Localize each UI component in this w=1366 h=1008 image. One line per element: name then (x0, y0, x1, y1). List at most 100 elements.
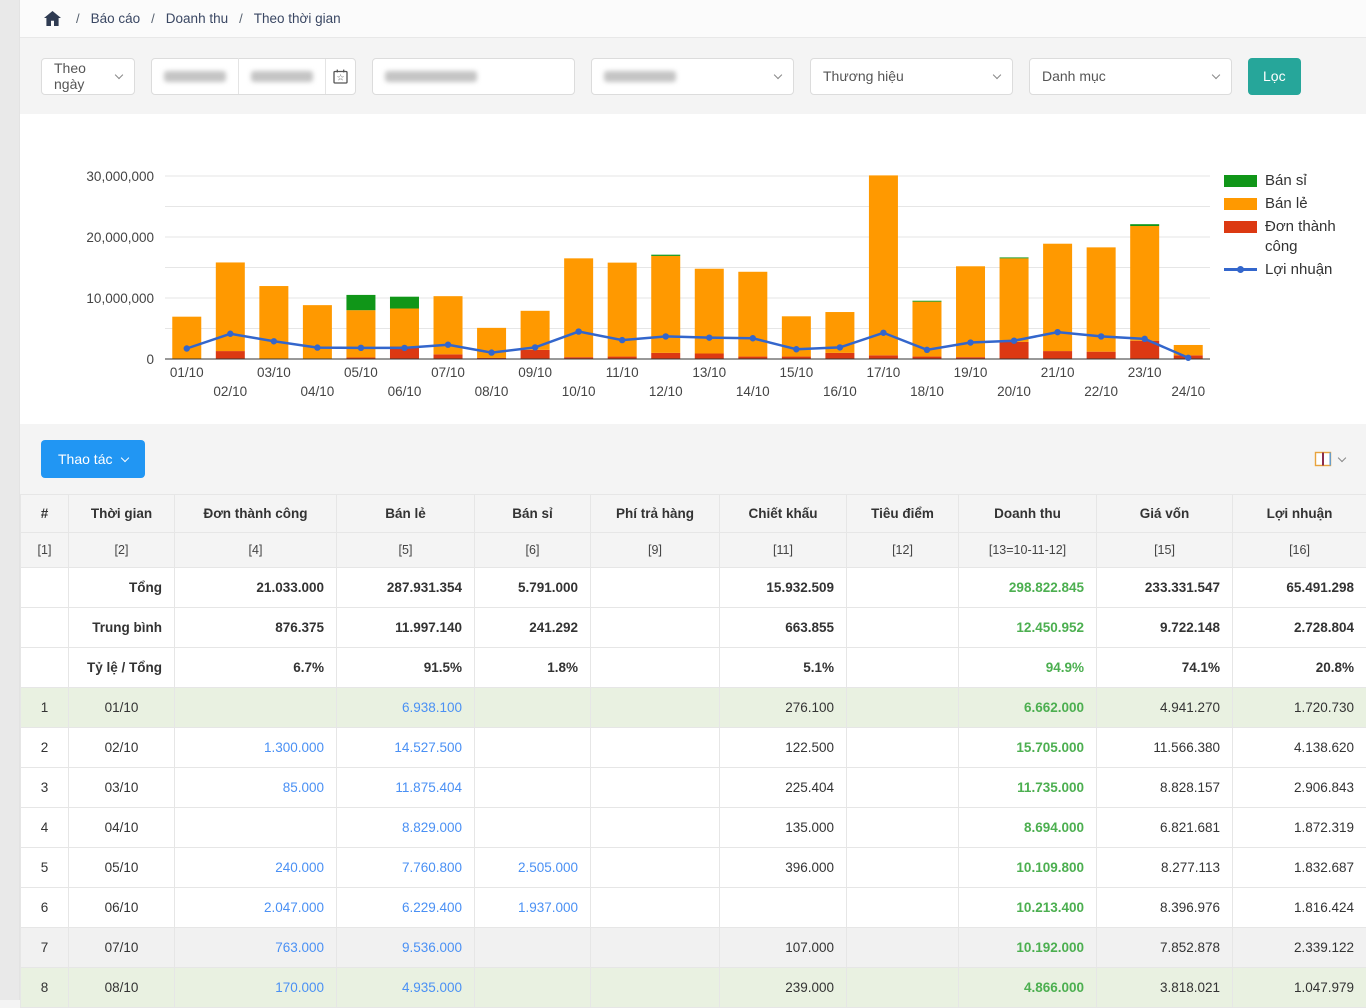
bar-segment[interactable] (825, 353, 854, 359)
x-axis-label: 18/10 (910, 384, 944, 399)
profit-point[interactable] (706, 334, 712, 340)
table-cell[interactable]: 763.000 (175, 928, 337, 968)
profit-point[interactable] (793, 346, 799, 352)
bar-segment[interactable] (564, 258, 593, 357)
table-cell[interactable]: 6.938.100 (337, 688, 475, 728)
bar-segment[interactable] (1130, 226, 1159, 341)
bar-segment[interactable] (912, 301, 941, 302)
table-cell[interactable]: 2.505.000 (475, 848, 591, 888)
table-cell[interactable]: 11.875.404 (337, 768, 475, 808)
profit-point[interactable] (227, 331, 233, 337)
bar-segment[interactable] (172, 317, 201, 359)
table-cell[interactable]: 240.000 (175, 848, 337, 888)
profit-point[interactable] (619, 337, 625, 343)
table-cell[interactable]: 1.300.000 (175, 728, 337, 768)
bar-segment[interactable] (346, 295, 375, 310)
row-date: 01/10 (69, 688, 175, 728)
column-index: [9] (591, 533, 720, 568)
profit-point[interactable] (488, 349, 494, 355)
column-settings-icon[interactable] (1314, 450, 1332, 468)
table-cell[interactable]: 8.829.000 (337, 808, 475, 848)
bar-segment[interactable] (869, 175, 898, 355)
bar-segment[interactable] (651, 353, 680, 359)
bar-segment[interactable] (1000, 342, 1029, 359)
bar-segment[interactable] (259, 286, 288, 358)
brand-select[interactable]: Thương hiệu (810, 58, 1013, 95)
table-cell: 10.192.000 (959, 928, 1097, 968)
table-cell: 8.828.157 (1097, 768, 1233, 808)
bar-segment[interactable] (521, 350, 550, 359)
date-to-field[interactable] (239, 59, 325, 94)
home-icon[interactable] (44, 11, 61, 26)
bar-segment[interactable] (390, 309, 419, 347)
row-number: 6 (21, 888, 69, 928)
table-cell (591, 928, 720, 968)
breadcrumb-item-doanh-thu[interactable]: Doanh thu (166, 11, 228, 26)
table-cell[interactable]: 2.047.000 (175, 888, 337, 928)
search-product-input[interactable] (372, 58, 575, 95)
profit-point[interactable] (575, 328, 581, 334)
profit-point[interactable] (880, 330, 886, 336)
actions-button[interactable]: Thao tác (41, 440, 145, 478)
bar-segment[interactable] (1087, 352, 1116, 359)
profit-point[interactable] (967, 339, 973, 345)
table-cell[interactable]: 6.229.400 (337, 888, 475, 928)
table-cell: 10.109.800 (959, 848, 1097, 888)
profit-point[interactable] (1141, 336, 1147, 342)
row-date: 05/10 (69, 848, 175, 888)
bar-segment[interactable] (1130, 224, 1159, 226)
table-cell: 107.000 (720, 928, 847, 968)
chevron-down-icon (115, 70, 123, 78)
x-axis-label: 15/10 (779, 365, 813, 380)
table-cell[interactable]: 85.000 (175, 768, 337, 808)
profit-point[interactable] (358, 345, 364, 351)
profit-point[interactable] (445, 342, 451, 348)
profit-point[interactable] (184, 345, 190, 351)
bar-segment[interactable] (738, 272, 767, 357)
breadcrumb-item-theo-thoi-gian[interactable]: Theo thời gian (254, 11, 341, 26)
row-number: 4 (21, 808, 69, 848)
table-cell[interactable]: 170.000 (175, 968, 337, 1008)
filter-button[interactable]: Lọc (1248, 58, 1301, 95)
bar-segment[interactable] (390, 297, 419, 309)
legend-line-swatch (1224, 268, 1257, 271)
table-cell[interactable]: 4.935.000 (337, 968, 475, 1008)
bar-segment[interactable] (651, 255, 680, 256)
bar-segment[interactable] (695, 354, 724, 359)
table-cell (475, 808, 591, 848)
table-cell[interactable]: 1.937.000 (475, 888, 591, 928)
bar-segment[interactable] (303, 305, 332, 359)
table-cell[interactable]: 9.536.000 (337, 928, 475, 968)
breadcrumb-item-bao-cao[interactable]: Báo cáo (91, 11, 141, 26)
table-cell: 6.821.681 (1097, 808, 1233, 848)
profit-point[interactable] (314, 344, 320, 350)
category-select[interactable]: Danh mục (1029, 58, 1232, 95)
profit-point[interactable] (663, 333, 669, 339)
calendar-icon[interactable]: ☆ (325, 59, 355, 94)
profit-point[interactable] (1011, 338, 1017, 344)
summary-empty-cell (21, 648, 69, 688)
bar-segment[interactable] (1043, 351, 1072, 359)
chevron-down-icon[interactable] (1338, 453, 1346, 461)
bar-segment[interactable] (1000, 257, 1029, 258)
summary-empty-cell (21, 608, 69, 648)
profit-point[interactable] (1098, 333, 1104, 339)
bar-segment[interactable] (1000, 258, 1029, 342)
profit-point[interactable] (924, 347, 930, 353)
table-cell[interactable]: 7.760.800 (337, 848, 475, 888)
profit-point[interactable] (532, 344, 538, 350)
profit-point[interactable] (401, 345, 407, 351)
profit-point[interactable] (271, 338, 277, 344)
bar-segment[interactable] (216, 351, 245, 359)
period-select[interactable]: Theo ngày (41, 58, 135, 95)
date-range-picker[interactable]: ☆ (151, 58, 356, 95)
store-select[interactable] (591, 58, 794, 95)
profit-point[interactable] (1185, 355, 1191, 361)
profit-point[interactable] (837, 344, 843, 350)
bar-segment[interactable] (869, 355, 898, 359)
profit-point[interactable] (1054, 329, 1060, 335)
date-from-field[interactable] (152, 59, 238, 94)
profit-point[interactable] (750, 335, 756, 341)
bar-segment[interactable] (434, 354, 463, 359)
table-cell[interactable]: 14.527.500 (337, 728, 475, 768)
